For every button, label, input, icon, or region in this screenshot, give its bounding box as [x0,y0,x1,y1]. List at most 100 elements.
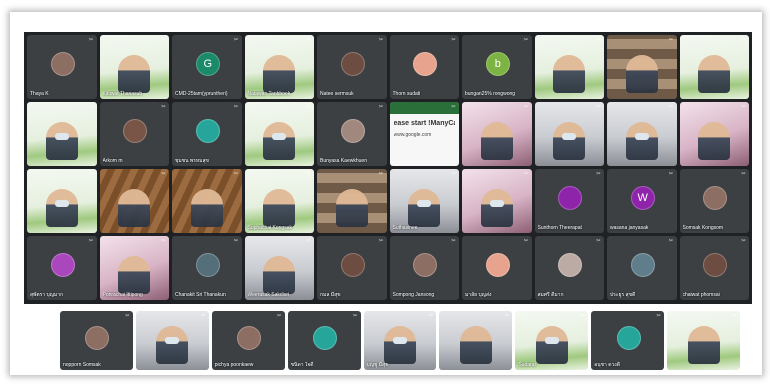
avatar: W [630,186,655,211]
mic-muted-icon: ✂ [451,37,456,43]
participant-tile[interactable]: ✂ Chanakit Sri Thanakun [172,236,242,300]
participant-video [118,189,151,227]
participant-tile[interactable]: ✂ อนุชา ดวงดี [591,311,665,370]
participant-name: Sunthorn Theerapat [537,225,582,231]
mic-muted-icon: ✂ [668,37,674,43]
participant-tile[interactable]: ✂ Thorn sudati [389,35,459,99]
participant-tile[interactable]: ✂ [679,35,749,99]
participant-tile[interactable]: ✂ Kittiwat Thanasub [99,35,169,99]
participant-name: chaiwat phomsai [682,292,720,298]
participant-tile[interactable]: ✂ บุญชู มีสุข [363,311,437,370]
participant-tile[interactable]: ✂ Natee sermsuk [317,35,387,99]
participant-tile[interactable]: ✂ [607,35,677,99]
participant-name: สมศรี ดีมาก [537,292,564,298]
participant-video [383,326,416,364]
face-mask [165,337,180,344]
participant-video [698,122,731,160]
participant-tile[interactable]: ✂ ชนิดา ใจดี [287,311,361,370]
avatar [558,253,583,278]
mic-muted-icon: ✂ [451,104,456,110]
avatar [340,52,365,77]
participant-tile[interactable]: ✂ [27,169,97,233]
participant-tile[interactable]: ✂ กมล มีสุข [317,236,387,300]
participant-video [625,55,658,93]
participant-tile[interactable]: ✂ [462,102,532,166]
participant-tile[interactable]: ✂ pichya poonkaew [211,311,285,370]
participant-tile[interactable]: b ✂ bungan25% rongwong [462,35,532,99]
mic-muted-icon: ✂ [732,313,737,319]
participant-name: ประยูร สุขดี [610,292,636,298]
participant-tile[interactable]: ✂ chaiwat phomsai [679,236,749,300]
avatar [50,253,75,278]
participant-tile[interactable]: ✂ มาลัย บุญส่ง [462,236,532,300]
participant-tile[interactable]: ✂ [135,311,209,370]
participant-tile[interactable]: W ✂ wasana janyasak [607,169,677,233]
participant-grid-last-row: ✂ nopporn Somsak ✂ ✂ pichya poonkaew ✂ ชนิดา ใ… [60,311,740,370]
participant-name: สุพัตรา บุญมาก [30,292,64,298]
participant-video [45,122,78,160]
mic-muted-icon: ✂ [161,171,166,177]
participant-tile[interactable]: ✂ Suphachai Kongsak [244,169,314,233]
participant-tile[interactable]: ✂ ประยูร สุขดี [607,236,677,300]
participant-video [156,326,189,364]
participant-tile[interactable]: ✂ Thaya K [27,35,97,99]
participant-tile[interactable]: ✂ [462,169,532,233]
participant-tile[interactable]: ✂ Arkom m [99,102,169,166]
participant-tile[interactable]: ✂ [317,169,387,233]
mic-muted-icon: ✂ [161,104,166,110]
mic-muted-icon: ✂ [741,104,746,110]
participant-tile[interactable]: ✂ Ponrachai Ittipong [99,236,169,300]
participant-video [553,55,586,93]
participant-tile[interactable]: ✂ Sudarat [515,311,589,370]
participant-tile[interactable]: ✂ [244,102,314,166]
face-mask [392,337,407,344]
participant-tile[interactable]: ✂ Natawan Tanbbook [244,35,314,99]
mic-muted-icon: ✂ [88,171,94,177]
participant-video [335,189,368,227]
mic-muted-icon: ✂ [233,37,239,43]
mic-muted-icon: ✂ [668,238,674,244]
mic-muted-icon: ✂ [306,104,311,110]
mic-muted-icon: ✂ [656,313,661,319]
participant-tile[interactable]: ✂ [99,169,169,233]
participant-name: pichya poonkaew [214,362,254,368]
participant-video [535,326,568,364]
participant-tile[interactable]: ✂ [534,35,604,99]
participant-tile[interactable]: ✂ Somsak Kongsom [679,169,749,233]
participant-tile[interactable]: ✂ Suthasinee [389,169,459,233]
participant-tile[interactable]: ✂ [679,102,749,166]
mic-muted-icon: ✂ [201,313,206,319]
participant-name: Arkom m [102,158,123,164]
participant-tile[interactable]: G ✂ CMD-25tam(ypruntheri) [172,35,242,99]
mic-muted-icon: ✂ [125,313,130,319]
participant-tile[interactable]: ✂ สุพัตรา บุญมาก [27,236,97,300]
avatar [616,325,641,350]
participant-name: กมล มีสุข [320,292,341,298]
participant-tile[interactable]: ✂ สมศรี ดีมาก [534,236,604,300]
participant-tile[interactable]: ✂ nopporn Somsak [60,311,133,370]
avatar [703,186,728,211]
participant-name: Thaya K [30,91,49,97]
participant-name: bungan25% rongwong [465,91,516,97]
mic-muted-icon: ✂ [668,104,674,110]
participant-tile[interactable]: ✂ [607,102,677,166]
participant-tile[interactable]: ✂ [27,102,97,166]
participant-tile[interactable]: ✂ [172,169,242,233]
participant-tile[interactable]: ease start !ManyCa www.google.com ✂ [389,102,459,166]
participant-name: Ponrachai Ittipong [102,292,143,298]
participant-name: Somsak Kongsom [682,225,724,231]
participant-tile[interactable]: ✂ [667,311,740,370]
avatar [413,253,438,278]
participant-tile[interactable]: ✂ [534,102,604,166]
participant-video [45,189,78,227]
mic-muted-icon: ✂ [596,171,601,177]
participant-name: ชนิดา ใจดี [290,362,314,368]
participant-tile[interactable]: ✂ Sunthorn Theerapat [534,169,604,233]
participant-tile[interactable]: ✂ [439,311,513,370]
participant-tile[interactable]: ✂ Bunyasa Kaewkhuen [317,102,387,166]
participant-tile[interactable]: ✂ Weerasak Sakdisri [244,236,314,300]
participant-video [263,256,296,294]
participant-tile[interactable]: ✂ Sompong Jansong [389,236,459,300]
mic-muted-icon: ✂ [523,104,529,110]
participant-tile[interactable]: ✂ ชุมชน พรหมสุข [172,102,242,166]
